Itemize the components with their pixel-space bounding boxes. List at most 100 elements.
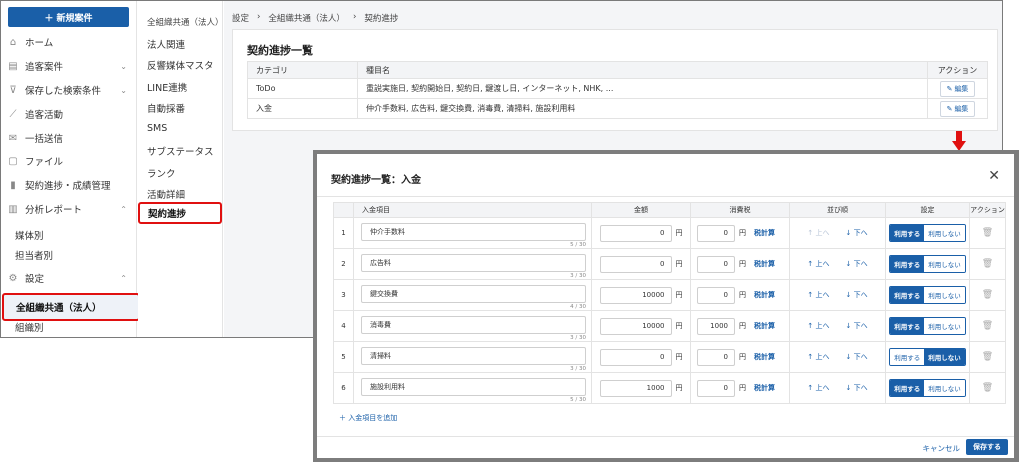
use-toggle[interactable]: 利用する 利用しない	[889, 348, 966, 366]
breadcrumb-item[interactable]: 全組織共通（法人）	[268, 12, 345, 24]
tax-calc-button[interactable]: 税計算	[754, 322, 775, 330]
amount-input[interactable]: 1000	[599, 379, 672, 397]
move-down-button[interactable]: ↓ 下へ	[846, 322, 868, 330]
amount-input[interactable]: 0	[599, 255, 672, 273]
use-option[interactable]: 利用する	[890, 380, 925, 396]
use-option[interactable]: 利用する	[890, 225, 925, 241]
trash-icon[interactable]: 🗑	[982, 321, 993, 331]
sidebar-item-saved-searches[interactable]: ⊽ 保存した検索条件 ⌄	[1, 80, 137, 100]
tax-input[interactable]: 0	[697, 379, 735, 397]
subnav-item[interactable]: LINE連携	[147, 80, 187, 94]
use-toggle[interactable]: 利用する 利用しない	[889, 286, 966, 304]
move-up-button[interactable]: ↑ 上へ	[807, 384, 829, 392]
sidebar-item-by-org[interactable]: 組織別	[15, 320, 44, 334]
move-down-button[interactable]: ↓ 下へ	[846, 291, 868, 299]
nouse-option[interactable]: 利用しない	[924, 380, 965, 396]
arrow-down-icon: ↓	[845, 384, 852, 392]
sidebar-item-tracking-cases[interactable]: ▤ 追客案件 ⌄	[1, 56, 137, 76]
sidebar-item-media[interactable]: 媒体別	[15, 228, 44, 242]
tax-input[interactable]: 0	[697, 224, 735, 242]
use-option[interactable]: 利用する	[890, 349, 925, 365]
tax-calc-button[interactable]: 税計算	[754, 353, 775, 361]
tax-input[interactable]: 0	[697, 286, 735, 304]
item-name-input[interactable]: 広告料	[361, 253, 586, 272]
amount-input[interactable]: 0	[599, 348, 672, 366]
tax-calc-button[interactable]: 税計算	[754, 229, 775, 237]
sidebar-item-tracking-activity[interactable]: ⟋ 追客活動	[1, 104, 137, 124]
move-down-button[interactable]: ↓ 下へ	[846, 353, 868, 361]
trash-icon[interactable]: 🗑	[982, 259, 993, 269]
tax-calc-button[interactable]: 税計算	[754, 260, 775, 268]
nouse-option[interactable]: 利用しない	[924, 225, 965, 241]
sidebar-item-bulk-send[interactable]: ✉ 一括送信	[1, 128, 137, 148]
item-name-input[interactable]: 清掃料	[361, 346, 586, 365]
nouse-option[interactable]: 利用しない	[924, 287, 965, 303]
item-name-input[interactable]: 鍵交換費	[361, 284, 586, 303]
sidebar-item-home[interactable]: ⌂ ホーム	[1, 32, 137, 52]
move-up-button[interactable]: ↑ 上へ	[807, 353, 829, 361]
tax-input[interactable]: 0	[697, 348, 735, 366]
sidebar-item-settings[interactable]: ⚙ 設定 ⌃	[1, 268, 137, 288]
column-header: 消費税	[690, 202, 790, 218]
edit-button[interactable]: ✎ 編集	[939, 80, 976, 97]
nouse-option[interactable]: 利用しない	[924, 256, 965, 272]
breadcrumb-item[interactable]: 設定	[232, 12, 249, 24]
tax-input[interactable]: 0	[697, 255, 735, 273]
nouse-option[interactable]: 利用しない	[924, 349, 965, 365]
sidebar-item-label: 全組織共通（法人）	[16, 303, 102, 314]
subnav-item[interactable]: 反響媒体マスタ	[147, 58, 214, 72]
tax-calc-button[interactable]: 税計算	[754, 384, 775, 392]
use-toggle[interactable]: 利用する 利用しない	[889, 255, 966, 273]
trash-icon[interactable]: 🗑	[982, 290, 993, 300]
cancel-button[interactable]: キャンセル	[923, 443, 961, 454]
trash-icon[interactable]: 🗑	[982, 352, 993, 362]
amount-input[interactable]: 0	[599, 224, 672, 242]
sidebar-item-label: 設定	[25, 274, 45, 285]
use-toggle[interactable]: 利用する 利用しない	[889, 379, 966, 397]
sidebar-item-common-corp[interactable]: 全組織共通（法人）	[2, 293, 140, 321]
settings-subnav: 全組織共通（法人） 法人関連 反響媒体マスタ LINE連携 自動採番 SMS サブステータス…	[138, 1, 224, 337]
move-up-button[interactable]: ↑ 上へ	[807, 229, 829, 237]
move-up-button[interactable]: ↑ 上へ	[807, 260, 829, 268]
move-down-button[interactable]: ↓ 下へ	[846, 384, 868, 392]
subnav-item[interactable]: SMS	[147, 123, 167, 134]
use-toggle[interactable]: 利用する 利用しない	[889, 224, 966, 242]
edit-button[interactable]: ✎ 編集	[939, 100, 976, 117]
subnav-item[interactable]: ランク	[147, 166, 176, 180]
move-down-button[interactable]: ↓ 下へ	[846, 260, 868, 268]
item-name-input[interactable]: 消毒費	[361, 315, 586, 334]
subnav-item-contract-progress[interactable]: 契約進捗	[138, 202, 222, 224]
arrow-down-icon: ↓	[845, 260, 852, 268]
row-number: 1	[333, 217, 354, 249]
move-down-button[interactable]: ↓ 下へ	[846, 229, 868, 237]
trash-icon[interactable]: 🗑	[982, 228, 993, 238]
sidebar-item-contract-progress[interactable]: ▮ 契約進捗・成績管理	[1, 175, 137, 195]
use-option[interactable]: 利用する	[890, 318, 925, 334]
trash-icon[interactable]: 🗑	[982, 383, 993, 393]
amount-input[interactable]: 10000	[599, 286, 672, 304]
sidebar-item-analysis-report[interactable]: ▥ 分析レポート ⌃	[1, 199, 137, 219]
item-name-input[interactable]: 施設利用料	[361, 377, 586, 396]
close-icon[interactable]: ✕	[988, 168, 1000, 184]
move-up-button[interactable]: ↑ 上へ	[807, 291, 829, 299]
subnav-item[interactable]: 法人関連	[147, 37, 185, 51]
tax-input[interactable]: 1000	[697, 317, 735, 335]
item-name-input[interactable]: 仲介手数料	[361, 222, 586, 241]
subnav-item[interactable]: 自動採番	[147, 101, 185, 115]
nouse-option[interactable]: 利用しない	[924, 318, 965, 334]
use-toggle[interactable]: 利用する 利用しない	[889, 317, 966, 335]
sidebar-item-staff[interactable]: 担当者別	[15, 248, 53, 262]
use-option[interactable]: 利用する	[890, 256, 925, 272]
add-payment-item-link[interactable]: ＋ 入金項目を追加	[339, 413, 397, 423]
amount-input[interactable]: 10000	[599, 317, 672, 335]
use-option[interactable]: 利用する	[890, 287, 925, 303]
table-row: 1 仲介手数料 5 / 30 0 円 0 円税計算 ↑ 上へ ↓ 下へ 利用する 利用しない 🗑	[333, 217, 1006, 249]
sidebar-item-files[interactable]: ▢ ファイル	[1, 151, 137, 171]
save-button[interactable]: 保存する	[966, 439, 1008, 455]
new-case-button[interactable]: ＋ 新規案件	[8, 7, 129, 27]
tax-calc-button[interactable]: 税計算	[754, 291, 775, 299]
move-up-button[interactable]: ↑ 上へ	[807, 322, 829, 330]
subnav-item[interactable]: サブステータス	[147, 144, 214, 158]
chevron-up-icon: ⌃	[120, 273, 127, 283]
subnav-item[interactable]: 活動詳細	[147, 187, 185, 201]
